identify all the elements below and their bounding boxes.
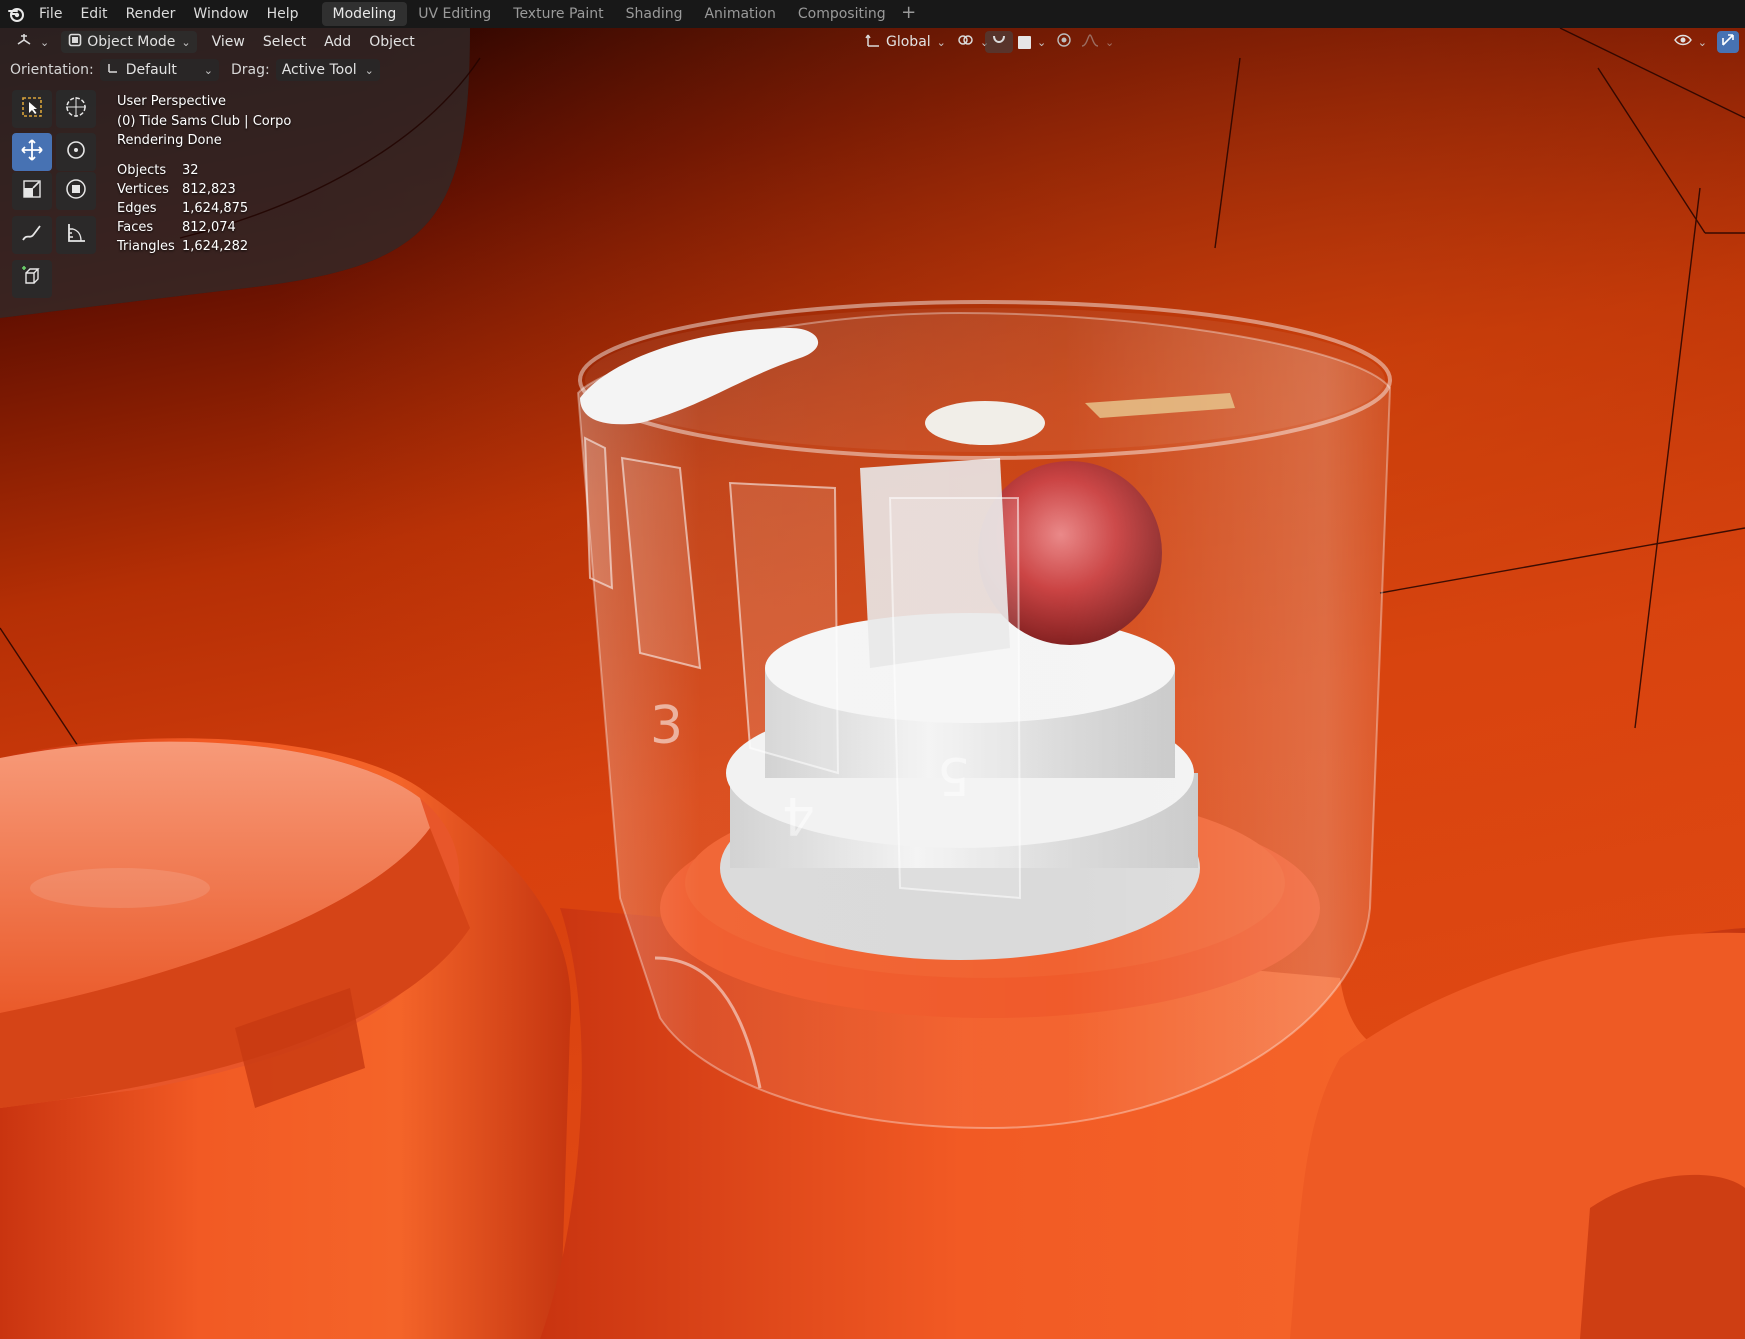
pivot-icon: [956, 31, 974, 53]
workspace-tab-modeling[interactable]: Modeling: [321, 2, 408, 26]
select-box-tool[interactable]: [12, 90, 52, 128]
menu-file[interactable]: File: [30, 2, 71, 26]
chevron-down-icon: ⌄: [1037, 35, 1047, 49]
stat-value: 1,624,875: [182, 200, 249, 216]
proportional-edit-toggle[interactable]: [1050, 31, 1078, 53]
workspace-tab-uv-editing[interactable]: UV Editing: [407, 2, 502, 26]
stat-value: 812,823: [182, 181, 236, 197]
cup-number-5: 5: [937, 745, 970, 805]
cup-number-3: 3: [650, 696, 683, 756]
orientation-icon: [864, 31, 882, 53]
blender-logo-icon[interactable]: [2, 0, 30, 28]
snap-element-dropdown[interactable]: ⌄: [1012, 31, 1052, 53]
stat-value: 1,624,282: [182, 238, 249, 254]
tool-settings-bar: Orientation: Default ⌄ Drag: Active Tool…: [0, 56, 380, 84]
rotate-tool[interactable]: [56, 133, 96, 171]
annotate-tool[interactable]: [12, 216, 52, 254]
orientation-settings-label: Orientation:: [10, 62, 94, 78]
cursor-tool[interactable]: [56, 90, 96, 128]
drag-value: Active Tool: [281, 62, 357, 78]
object-mode-icon: [67, 32, 83, 52]
annotate-icon: [20, 221, 44, 249]
stat-label: Objects: [117, 162, 167, 178]
viewport-header: ⌄ Object Mode ⌄ View Select Add Object G…: [0, 28, 1745, 56]
viewport-info-overlay: User Perspective (0) Tide Sams Club | Co…: [117, 92, 291, 256]
transform-orientation-dropdown[interactable]: Global ⌄: [858, 31, 952, 53]
snap-target-icon: [1018, 35, 1031, 49]
render-status: Rendering Done: [117, 133, 222, 148]
drag-label: Drag:: [230, 62, 270, 78]
workspace-tab-texture-paint[interactable]: Texture Paint: [502, 2, 614, 26]
move-tool[interactable]: [12, 133, 52, 171]
collection-label: (0) Tide Sams Club | Corpo: [117, 113, 292, 129]
visibility-dropdown[interactable]: ⌄: [1668, 31, 1713, 53]
perspective-label: User Perspective: [117, 94, 227, 109]
menu-help[interactable]: Help: [258, 2, 308, 26]
select-menu[interactable]: Select: [254, 34, 315, 50]
menu-edit[interactable]: Edit: [71, 2, 116, 26]
menu-render[interactable]: Render: [117, 2, 185, 26]
scene-statistics: Objects 32 Vertices 812,823 Edges 1,624,875…: [117, 161, 291, 256]
eye-icon: [1673, 33, 1692, 51]
measure-icon: [64, 221, 88, 249]
chevron-down-icon: ⌄: [1105, 35, 1115, 49]
falloff-curve-icon: [1081, 33, 1099, 51]
stat-row-faces: Faces 812,074: [117, 218, 291, 237]
chevron-down-icon: ⌄: [364, 63, 374, 77]
add-cube-icon: [20, 265, 44, 293]
chevron-down-icon: ⌄: [1697, 35, 1707, 49]
gizmo-toggle[interactable]: [1717, 31, 1739, 53]
cursor-icon: [64, 95, 88, 123]
transform-tool[interactable]: [56, 172, 96, 210]
chevron-down-icon: ⌄: [40, 35, 50, 49]
measure-tool[interactable]: [56, 216, 96, 254]
stat-row-triangles: Triangles 1,624,282: [117, 237, 291, 256]
top-menu-bar: File Edit Render Window Help Modeling UV…: [0, 0, 1745, 28]
scale-tool[interactable]: [12, 172, 52, 210]
cup-number-4: 4: [782, 785, 815, 845]
chevron-down-icon: ⌄: [181, 35, 191, 49]
viewport-editor-icon: [16, 32, 34, 52]
orientation-settings-value: Default: [125, 62, 177, 78]
stat-row-objects: Objects 32: [117, 161, 291, 180]
workspace-tab-animation[interactable]: Animation: [693, 2, 786, 26]
add-workspace-button[interactable]: +: [897, 2, 921, 26]
stat-label: Edges: [117, 200, 157, 216]
menu-window[interactable]: Window: [184, 2, 257, 26]
snap-toggle[interactable]: [985, 31, 1013, 53]
stat-label: Vertices: [117, 181, 169, 197]
chevron-down-icon: ⌄: [203, 63, 213, 77]
viewport-right-controls: ⌄: [1668, 28, 1745, 56]
proportional-edit-icon: [1056, 32, 1072, 52]
stat-row-vertices: Vertices 812,823: [117, 180, 291, 199]
falloff-dropdown[interactable]: ⌄: [1075, 31, 1120, 53]
orientation-settings-dropdown[interactable]: Default ⌄: [99, 59, 219, 81]
3d-viewport[interactable]: 3 4 5 ⌄ Object Mode ⌄ View Select Add Ob…: [0, 28, 1745, 1339]
snap-icon: [991, 32, 1007, 52]
add-menu[interactable]: Add: [315, 34, 360, 50]
orientation-label: Global: [886, 34, 931, 50]
transform-icon: [64, 177, 88, 205]
move-icon: [20, 138, 44, 166]
chevron-down-icon: ⌄: [936, 35, 946, 49]
workspace-tab-compositing[interactable]: Compositing: [787, 2, 897, 26]
drag-dropdown[interactable]: Active Tool ⌄: [275, 59, 380, 81]
select-box-icon: [20, 95, 44, 123]
stat-value: 32: [182, 162, 199, 178]
add-cube-tool[interactable]: [12, 260, 52, 298]
stat-label: Faces: [117, 219, 154, 235]
orientation-axes-icon: [106, 61, 120, 79]
workspace-tab-shading[interactable]: Shading: [615, 2, 694, 26]
viewport-gizmo-icon: [1720, 32, 1736, 52]
rotate-icon: [64, 138, 88, 166]
object-menu[interactable]: Object: [360, 34, 424, 50]
stat-row-edges: Edges 1,624,875: [117, 199, 291, 218]
stat-label: Triangles: [117, 238, 175, 254]
mode-label: Object Mode: [87, 34, 176, 50]
editor-type-button[interactable]: ⌄: [10, 31, 55, 53]
stat-value: 812,074: [182, 219, 236, 235]
view-menu[interactable]: View: [203, 34, 254, 50]
mode-dropdown[interactable]: Object Mode ⌄: [61, 31, 197, 53]
scale-icon: [21, 178, 43, 204]
